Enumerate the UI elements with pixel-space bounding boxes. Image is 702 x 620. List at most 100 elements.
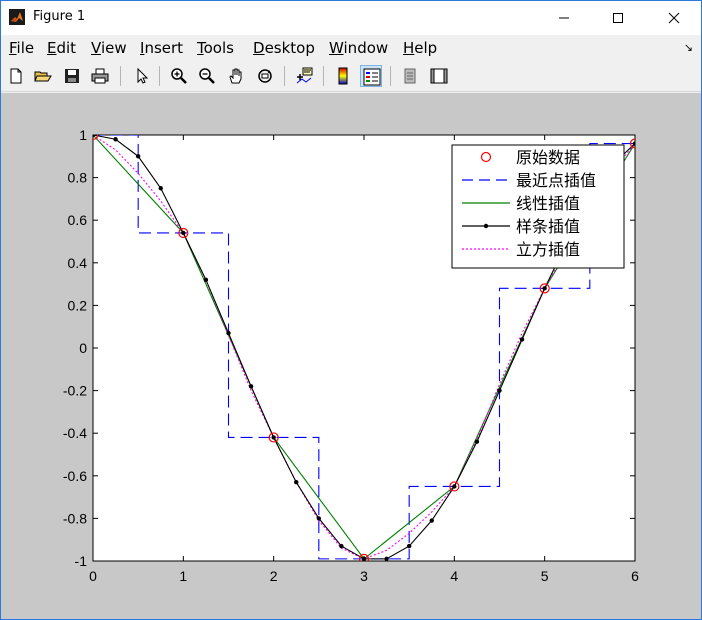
legend-label-nearest: 最近点插值 bbox=[516, 171, 596, 190]
x-tick-label: 5 bbox=[541, 568, 549, 584]
point-spline bbox=[474, 439, 480, 444]
point-spline bbox=[181, 230, 186, 236]
menu-insert[interactable]: Insert bbox=[140, 39, 183, 57]
edit-plot-arrow-icon bbox=[137, 67, 149, 84]
menu-desktop[interactable]: Desktop bbox=[253, 39, 315, 57]
hide-plot-tools-icon bbox=[404, 68, 416, 84]
point-spline bbox=[248, 384, 254, 389]
figure-window: Figure 1 File Edit View Insert Tools Des… bbox=[0, 0, 702, 620]
menu-edit[interactable]: Edit bbox=[47, 39, 76, 57]
minimize-icon bbox=[559, 17, 569, 19]
y-tick-label: 0.2 bbox=[68, 297, 88, 313]
y-tick-label: 0.6 bbox=[68, 212, 88, 228]
y-tick-label: -0.2 bbox=[63, 383, 87, 399]
point-spline bbox=[542, 286, 547, 291]
point-spline bbox=[452, 484, 457, 489]
colorbar-icon bbox=[338, 67, 348, 85]
x-tick-label: 4 bbox=[450, 568, 458, 584]
open-folder-icon bbox=[34, 71, 52, 82]
edit-plot-button[interactable] bbox=[131, 65, 153, 87]
legend-button[interactable] bbox=[360, 65, 382, 87]
x-tick-label: 2 bbox=[270, 568, 278, 584]
toolbar-separator bbox=[390, 66, 391, 86]
point-spline bbox=[226, 330, 231, 336]
print-button[interactable] bbox=[89, 65, 111, 87]
zoom-in-icon bbox=[171, 68, 187, 84]
pan-button[interactable] bbox=[225, 65, 247, 87]
minimize-button[interactable] bbox=[541, 1, 587, 35]
print-icon bbox=[91, 68, 109, 84]
save-icon bbox=[65, 69, 79, 83]
toolbar-separator bbox=[159, 66, 160, 86]
window-title: Figure 1 bbox=[33, 9, 86, 24]
point-spline bbox=[632, 141, 635, 146]
point-spline bbox=[93, 135, 96, 138]
menu-help[interactable]: Help bbox=[403, 39, 437, 57]
legend-label-spline: 样条插值 bbox=[516, 217, 580, 236]
close-icon bbox=[668, 12, 680, 24]
rotate-3d-button[interactable] bbox=[254, 65, 276, 87]
hide-plot-tools-button[interactable] bbox=[399, 65, 421, 87]
figure-toolbar bbox=[1, 60, 701, 92]
dock-arrow-icon[interactable]: ↘ bbox=[684, 41, 693, 54]
maximize-button[interactable] bbox=[595, 1, 641, 35]
menu-file[interactable]: File bbox=[9, 39, 34, 57]
data-cursor-button[interactable] bbox=[293, 65, 315, 87]
x-tick-label: 3 bbox=[360, 568, 368, 584]
maximize-icon bbox=[613, 13, 623, 23]
point-spline bbox=[361, 556, 367, 561]
y-tick-label: -0.6 bbox=[63, 468, 87, 484]
toolbar-separator bbox=[120, 66, 121, 86]
point-spline bbox=[429, 518, 434, 523]
legend-label-linear: 线性插值 bbox=[516, 194, 580, 213]
close-button[interactable] bbox=[651, 1, 697, 35]
zoom-out-button[interactable] bbox=[196, 65, 218, 87]
show-plot-tools-icon bbox=[430, 68, 448, 84]
menu-bar: File Edit View Insert Tools Desktop Wind… bbox=[1, 35, 701, 60]
rotate-3d-icon bbox=[258, 69, 272, 83]
y-tick-label: 1 bbox=[79, 127, 87, 143]
toolbar-separator bbox=[284, 66, 285, 86]
point-spline bbox=[135, 154, 141, 159]
x-tick-label: 1 bbox=[179, 568, 187, 584]
menu-window[interactable]: Window bbox=[329, 39, 388, 57]
figure-canvas[interactable]: 0 1 2 3 4 5 6 1 0.8 0.6 0.4 0.2 0 -0.2 -0.4 -0.6 -0.8 -1 … bbox=[1, 93, 701, 619]
point-spline bbox=[339, 543, 344, 549]
y-tick-label: -0.8 bbox=[63, 510, 87, 526]
point-spline bbox=[519, 337, 525, 342]
legend-label-cubic: 立方插值 bbox=[516, 240, 580, 259]
y-tick-label: 0 bbox=[79, 340, 87, 356]
colorbar-button[interactable] bbox=[332, 65, 354, 87]
save-button[interactable] bbox=[61, 65, 83, 87]
zoom-out-icon bbox=[199, 68, 215, 84]
y-tick-label: -0.4 bbox=[63, 425, 87, 441]
plot-svg: 0 1 2 3 4 5 610.80.60.40.20-0.2-0.4-0.6-0.8-1 … bbox=[63, 127, 639, 584]
x-tick-label: 0 bbox=[89, 568, 97, 584]
point-spline bbox=[113, 137, 118, 142]
toolbar-separator bbox=[323, 66, 324, 86]
menu-view[interactable]: View bbox=[91, 39, 127, 57]
pan-hand-icon bbox=[229, 68, 242, 84]
x-tick-label: 6 bbox=[631, 568, 639, 584]
open-button[interactable] bbox=[32, 65, 54, 87]
point-spline bbox=[406, 543, 412, 549]
new-file-icon bbox=[10, 68, 22, 84]
new-file-button[interactable] bbox=[5, 65, 27, 87]
point-spline bbox=[316, 516, 322, 521]
menu-tools[interactable]: Tools bbox=[197, 39, 234, 57]
y-tick-label: 0.8 bbox=[68, 170, 88, 186]
show-plot-tools-button[interactable] bbox=[428, 65, 450, 87]
legend-label-original: 原始数据 bbox=[516, 148, 580, 167]
data-cursor-icon bbox=[296, 67, 313, 84]
matlab-logo-icon bbox=[9, 9, 25, 25]
point-spline bbox=[203, 277, 209, 283]
title-bar[interactable]: Figure 1 bbox=[1, 1, 701, 35]
point-spline bbox=[384, 556, 389, 561]
point-spline bbox=[497, 388, 502, 393]
legend-marker-spline bbox=[483, 223, 489, 229]
legend[interactable]: 原始数据 最近点插值 线性插值 样条插值 立方插值 bbox=[451, 144, 625, 269]
point-spline bbox=[158, 186, 163, 191]
point-spline bbox=[271, 435, 276, 440]
point-spline bbox=[294, 479, 299, 485]
zoom-in-button[interactable] bbox=[168, 65, 190, 87]
